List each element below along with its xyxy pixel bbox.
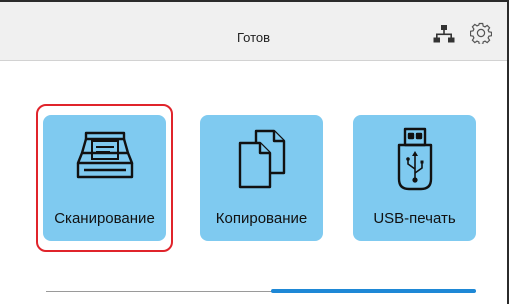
usb-print-tile-label: USB-печать [373,210,456,227]
selection-highlight [36,104,173,252]
gear-icon[interactable] [470,22,492,44]
copy-tile[interactable]: Копирование [200,115,323,241]
copy-documents-icon [238,129,285,189]
header-bar: Готов [0,2,507,61]
usb-drive-icon [397,127,432,191]
network-icon[interactable] [433,24,455,44]
usb-print-tile[interactable]: USB-печать [353,115,476,241]
screen: Готов Сканирование Копирование USB-печат… [0,0,509,304]
copy-tile-label: Копирование [215,210,308,227]
status-text: Готов [236,30,271,45]
page-indicator-current[interactable] [271,289,476,293]
